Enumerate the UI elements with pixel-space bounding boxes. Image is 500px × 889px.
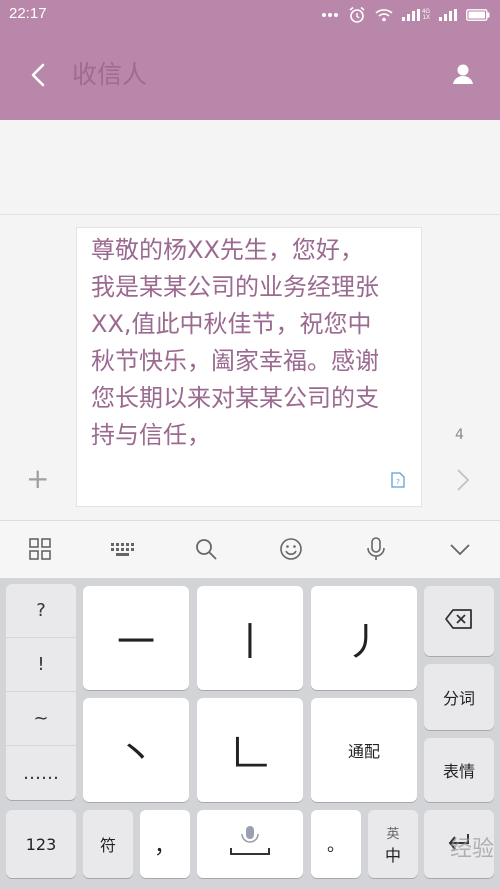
segment-key[interactable]: 分词 [424, 664, 494, 730]
space-key[interactable] [197, 810, 303, 878]
wildcard-key[interactable]: 通配 [311, 698, 417, 802]
person-icon [448, 64, 478, 94]
status-time: 22:17 [9, 5, 47, 22]
chevron-right-icon [452, 469, 472, 499]
search-button[interactable] [192, 535, 220, 563]
status-icons: 4G 1X [321, 6, 490, 24]
status-bar: 22:17 4G 1X [0, 0, 500, 30]
smiley-icon [277, 538, 305, 567]
numbers-key[interactable]: 123 [6, 810, 76, 878]
signal-label: 1X [422, 15, 430, 21]
microphone-icon [227, 822, 273, 866]
symbol-key-tilde[interactable]: ~ [6, 692, 76, 746]
stroke-key-horizontal[interactable]: 一 [83, 586, 189, 690]
keyboard-layout-button[interactable] [108, 535, 136, 563]
grid-menu-button[interactable] [26, 535, 54, 563]
cellular-1x-icon: 4G 1X [401, 9, 430, 21]
message-input[interactable]: 尊敬的杨XX先生，您好，我是某某公司的业务经理张XX,值此中秋佳节，祝您中秋节快… [76, 227, 422, 507]
stroke-key-vertical[interactable]: 丨 [197, 586, 303, 690]
hide-keyboard-button[interactable] [446, 535, 474, 563]
emoji-button[interactable] [277, 535, 305, 563]
language-label-zh: 中 [384, 845, 401, 865]
chevron-down-icon [446, 544, 474, 567]
svg-text:?: ? [396, 478, 400, 486]
recipient-input[interactable]: 收信人 [72, 52, 412, 98]
symbol-key-question[interactable]: ? [6, 584, 76, 638]
contact-button[interactable] [448, 60, 478, 90]
conversation-area [0, 120, 500, 214]
message-text: 尊敬的杨XX先生，您好，我是某某公司的业务经理张XX,值此中秋佳节，祝您中秋节快… [91, 236, 379, 449]
voice-input-button[interactable] [362, 535, 390, 563]
backspace-icon [444, 608, 474, 634]
back-button[interactable] [24, 60, 54, 90]
char-count: 4 [455, 427, 464, 443]
keyboard: ? ! ~ …… 一 丨 丿 丶 𠃊 通配 分词 表情 123 符 ， 。 英 … [0, 578, 500, 889]
keyboard-toolbar [0, 520, 500, 578]
send-button[interactable] [452, 465, 472, 495]
sim-card-icon[interactable]: ? [391, 472, 405, 488]
period-key[interactable]: 。 [311, 810, 361, 878]
back-arrow-icon [24, 63, 54, 94]
wifi-icon [375, 8, 393, 22]
enter-key[interactable] [424, 810, 494, 878]
dots-icon [321, 12, 339, 18]
compose-bar: + 尊敬的杨XX先生，您好，我是某某公司的业务经理张XX,值此中秋佳节，祝您中秋… [0, 214, 500, 521]
emoji-key[interactable]: 表情 [424, 738, 494, 802]
comma-key[interactable]: ， [140, 810, 190, 878]
stroke-key-turning[interactable]: 𠃊 [197, 698, 303, 802]
symbol-key-exclamation[interactable]: ! [6, 638, 76, 692]
battery-icon [466, 9, 490, 21]
symbol-key-ellipsis[interactable]: …… [6, 746, 76, 800]
backspace-key[interactable] [424, 586, 494, 656]
stroke-key-left-falling[interactable]: 丿 [311, 586, 417, 690]
symbols-key[interactable]: 符 [83, 810, 133, 878]
enter-icon [446, 832, 472, 856]
app-bar: 收信人 [0, 30, 500, 120]
add-attachment-button[interactable]: + [26, 465, 49, 493]
symbol-column: ? ! ~ …… [6, 584, 76, 800]
signal-icon [439, 9, 457, 21]
microphone-icon [362, 537, 390, 567]
stroke-key-dot[interactable]: 丶 [83, 698, 189, 802]
language-switch-key[interactable]: 英 中 [368, 810, 418, 878]
search-icon [192, 539, 220, 567]
language-label-en: 英 [386, 826, 400, 842]
alarm-icon [348, 6, 366, 24]
